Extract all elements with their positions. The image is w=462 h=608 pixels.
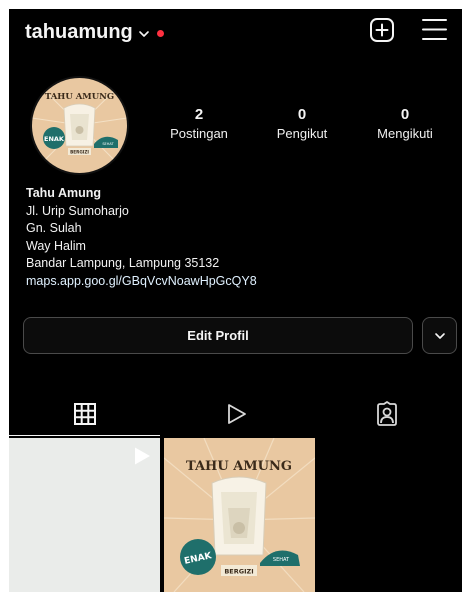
bio-line: Bandar Lampung, Lampung 35132 — [26, 256, 220, 271]
post-thumbnail-reel[interactable] — [9, 438, 160, 592]
stat-followers-value: 0 — [297, 106, 307, 123]
bio-line: Way Halim — [26, 238, 86, 253]
stat-posts-value: 2 — [194, 106, 204, 123]
edit-profile-button[interactable]: Edit Profil — [23, 317, 413, 354]
profile-display-name: Tahu Amung — [26, 186, 101, 200]
post-badge-right: SEHAT — [273, 557, 290, 563]
reels-icon — [227, 404, 246, 424]
username-switcher[interactable]: tahuamung — [25, 21, 133, 44]
bio-link[interactable]: maps.app.goo.gl/GBqVcvNoawHpGcQY8 — [26, 273, 446, 291]
profile-bio: Tahu Amung Jl. Urip Sumoharjo Gn. Sulah … — [26, 185, 446, 291]
tab-tagged[interactable] — [311, 393, 462, 435]
reel-play-icon — [135, 447, 150, 465]
tab-reels[interactable] — [160, 393, 311, 435]
tagged-icon — [376, 401, 397, 426]
tab-posts-grid[interactable] — [9, 393, 160, 435]
stat-posts-label: Postingan — [170, 126, 228, 141]
active-tab-indicator — [9, 435, 160, 436]
profile-header: tahuamung — [9, 9, 462, 55]
bio-line: Jl. Urip Sumoharjo — [26, 203, 129, 218]
avatar-badge-right: SEHAT — [102, 142, 114, 146]
stat-followers[interactable]: 0 Pengikut — [262, 106, 342, 141]
notification-dot — [157, 30, 164, 37]
chevron-down-icon — [434, 332, 445, 339]
stat-followers-label: Pengikut — [276, 126, 328, 141]
post-image: TAHU AMUNG ENAK SEHAT BERGIZI — [164, 438, 315, 592]
hamburger-menu-icon[interactable] — [421, 17, 448, 42]
profile-screen: tahuamung TAHU AMUNG ENAK SEHAT BERGIZI … — [9, 9, 462, 592]
chevron-down-icon[interactable] — [138, 28, 150, 40]
avatar-image: TAHU AMUNG ENAK SEHAT BERGIZI — [31, 78, 128, 173]
avatar-badge-left: ENAK — [44, 135, 65, 143]
stat-posts[interactable]: 2 Postingan — [159, 106, 239, 141]
create-post-icon[interactable] — [369, 17, 395, 43]
post-banner-text: BERGIZI — [224, 568, 253, 576]
grid-icon — [73, 403, 96, 425]
stat-following-label: Mengikuti — [377, 126, 433, 141]
avatar-banner-text: BERGIZI — [70, 150, 89, 155]
post-title-text: TAHU AMUNG — [186, 459, 292, 474]
avatar-brand-text: TAHU AMUNG — [45, 92, 114, 102]
stat-following[interactable]: 0 Mengikuti — [365, 106, 445, 141]
post-thumbnail-image[interactable]: TAHU AMUNG ENAK SEHAT BERGIZI — [164, 438, 315, 592]
suggested-accounts-button[interactable] — [422, 317, 457, 354]
bio-line: Gn. Sulah — [26, 221, 82, 236]
stat-following-value: 0 — [400, 106, 410, 123]
profile-avatar[interactable]: TAHU AMUNG ENAK SEHAT BERGIZI — [30, 76, 129, 175]
